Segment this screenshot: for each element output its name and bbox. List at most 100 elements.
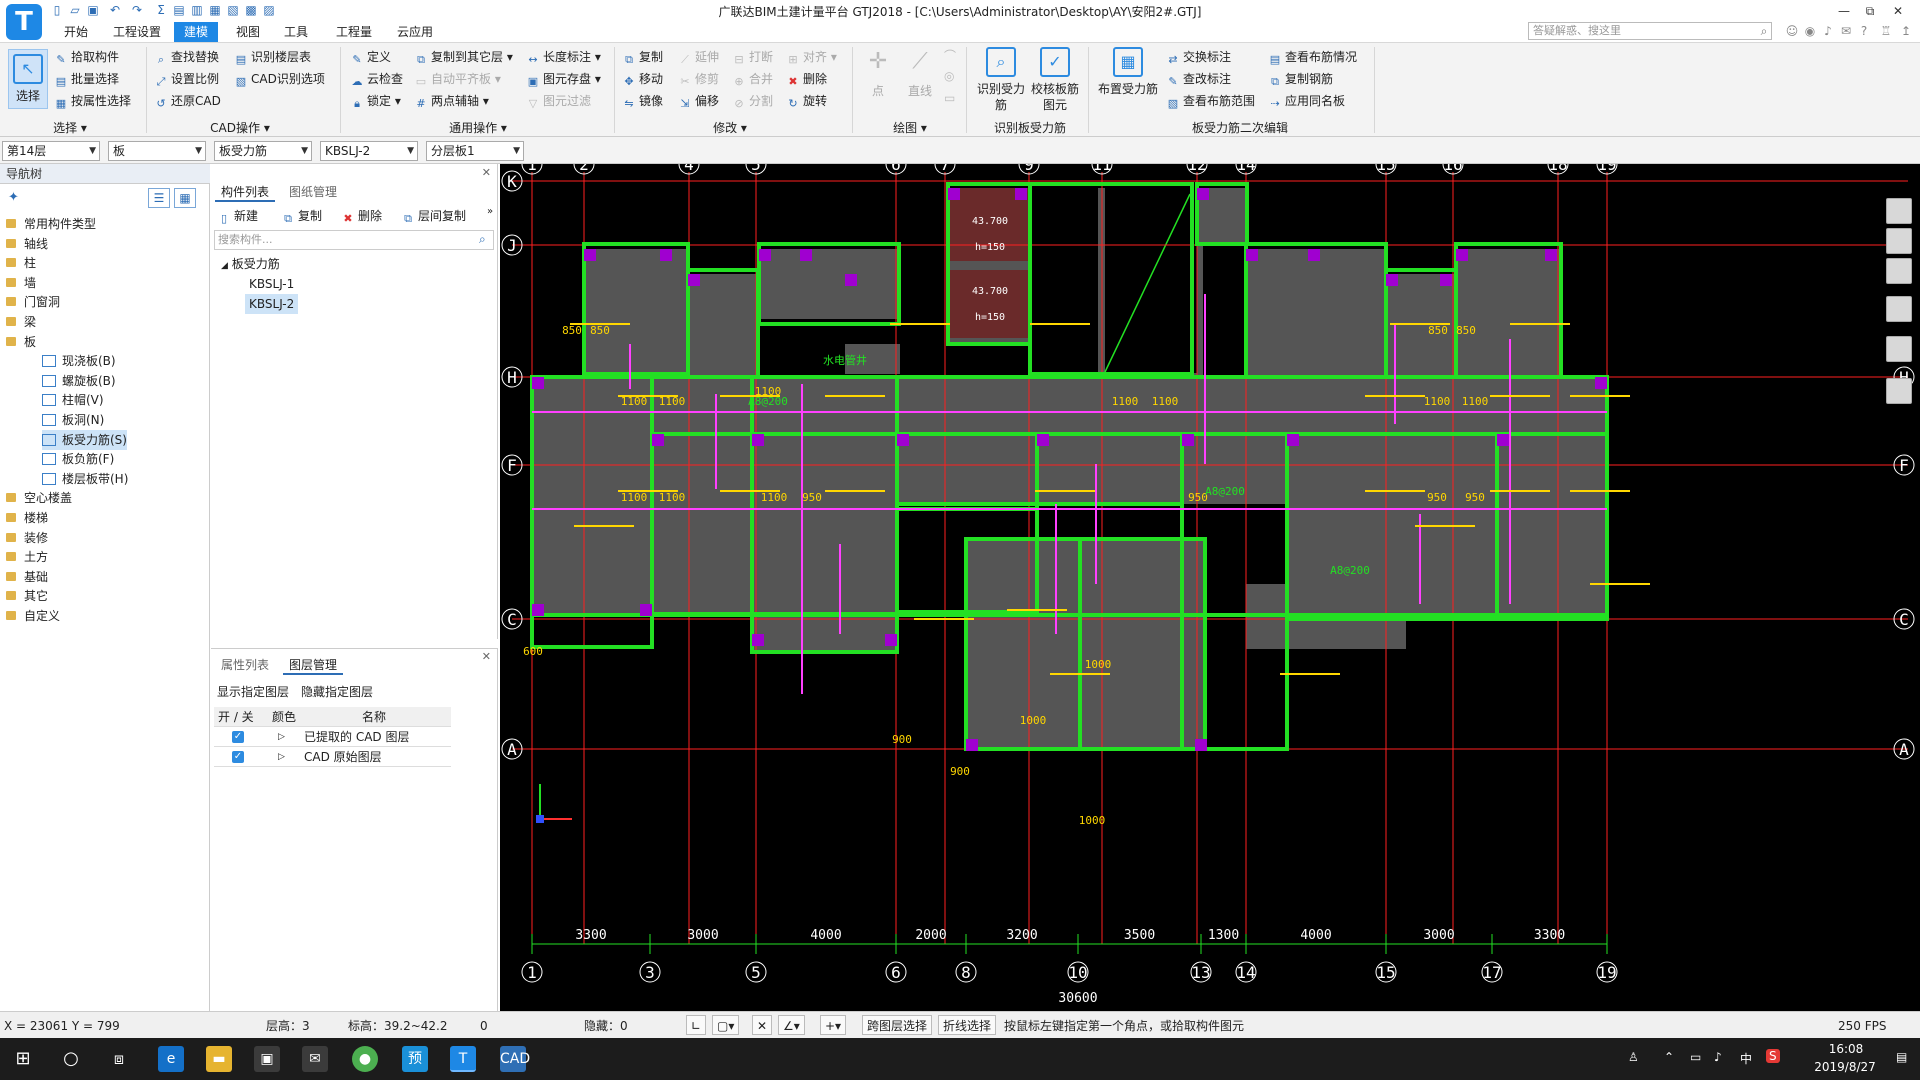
pin-icon[interactable]: ↥ [1898,22,1914,40]
new-file-icon[interactable]: ▯ [50,3,64,17]
element-filter-button[interactable]: ▽ 图元过滤 [526,91,591,111]
angle-icon[interactable]: ∠▾ [778,1015,805,1035]
arrange-rebar-button[interactable]: ▦ 布置受力筋 [1094,47,1162,97]
select-by-property-button[interactable]: ▦ 按属性选择 [54,91,131,111]
cad-options-button[interactable]: ▧ CAD识别选项 [234,69,325,89]
network-icon[interactable]: ▭ [1690,1050,1701,1064]
grid-view-icon[interactable]: ▦ [174,188,196,208]
swap-label-button[interactable]: ⇄ 交换标注 [1166,47,1231,67]
tab-modeling[interactable]: 建模 [174,22,218,42]
sogou-icon[interactable]: S [1766,1049,1780,1063]
define-button[interactable]: ✎ 定义 [350,47,391,67]
floor-copy-button[interactable]: ⧉ 层间复制 [401,206,466,226]
nav-item-17[interactable]: 土方 [6,547,48,567]
cad-app-icon[interactable]: CAD [500,1046,530,1072]
nav-item-16[interactable]: 装修 [6,528,48,548]
nav-item-19[interactable]: 其它 [6,586,48,606]
nav-item-0[interactable]: 常用构件类型 [6,214,96,234]
rect-icon[interactable]: ▭ [944,91,955,105]
nav-item-5[interactable]: 梁 [6,312,36,332]
glodon-app-icon[interactable]: ● [352,1046,378,1072]
search-icon[interactable]: ○ [58,1046,84,1072]
identify-rebar-button[interactable]: ⌕ 识别受力筋 [976,47,1026,113]
lock-button[interactable]: 🔒︎ 锁定 ▾ [350,91,401,111]
ortho-icon[interactable]: ∟ [686,1015,707,1035]
component-group[interactable]: ◢ 板受力筋 [221,254,280,274]
select-tool-button[interactable]: ↖ 选择 [8,49,48,109]
apply-same-slab-button[interactable]: ⇢ 应用同名板 [1268,91,1345,111]
box-view-icon[interactable] [1886,296,1912,322]
search-icon[interactable]: ⌕ [1756,22,1772,40]
tab-view[interactable]: 视图 [228,22,268,42]
grid-icon[interactable]: ▩ [244,3,258,17]
snap-icon[interactable]: ▢▾ [712,1015,740,1035]
draw-group-label[interactable]: 绘图 ▾ [880,119,940,136]
new-component-button[interactable]: ▯ 新建 [217,206,258,226]
nav-item-18[interactable]: 基础 [6,567,48,587]
mail-icon[interactable]: ✉ [302,1046,328,1072]
search-icon[interactable]: ⌕ [479,232,486,247]
task-view-icon[interactable]: ⧈ [106,1046,132,1072]
viewcube-icon[interactable] [1886,198,1912,224]
nav-item-1[interactable]: 轴线 [6,234,48,254]
nav-item-13[interactable]: 楼层板带(H) [42,469,128,489]
edit-label-button[interactable]: ✎ 查改标注 [1166,69,1231,89]
component-type-select[interactable]: 板受力筋 ▼ [214,141,312,161]
cad-group-label[interactable]: CAD操作 ▾ [200,119,280,136]
drawing-canvas[interactable]: 1 2 4 5 6 7 9 11 12 14 15 16 18 19 1 3 5 6 8 10 13 14 15 17 19 K J… [500,164,1920,1011]
clock-date[interactable]: 2019/8/27 [1800,1060,1890,1074]
view-rebar-layout-button[interactable]: ▤ 查看布筋情况 [1268,47,1357,67]
identify-floor-table-button[interactable]: ▤ 识别楼层表 [234,47,311,67]
nav-item-14[interactable]: 空心楼盖 [6,488,72,508]
sum-icon[interactable]: Σ [154,3,168,17]
category-select[interactable]: 板 ▼ [108,141,206,161]
mirror-button[interactable]: ⇋ 镜像 [622,91,663,111]
auto-align-slab-button[interactable]: ▭ 自动平齐板 ▾ [414,69,501,89]
redo-icon[interactable]: ↷ [130,3,144,17]
app-logo[interactable]: T [6,4,42,40]
nav-item-9[interactable]: 柱帽(V) [42,390,104,410]
floor-plan-drawing[interactable]: 1 2 4 5 6 7 9 11 12 14 15 16 18 191 3 5 6 8 10 13 14 15 17 19KJ… [500,164,1920,1011]
nav-item-11[interactable]: 板受力筋(S) [42,429,127,450]
layer-slab-select[interactable]: 分层板1 ▼ [426,141,524,161]
undo-icon[interactable]: ↶ [108,3,122,17]
offset-button[interactable]: ⇲ 偏移 [678,91,719,111]
volume-icon[interactable]: ♪ [1714,1050,1722,1064]
find-replace-button[interactable]: ⌕ 查找替换 [154,47,219,67]
checkbox-checked-icon[interactable]: ✓ [232,731,244,743]
copy-button[interactable]: ⧉ 复制 [622,47,663,67]
people-icon[interactable]: ♙ [1628,1050,1639,1064]
extend-button[interactable]: ⟋ 延伸 [678,47,719,67]
break-button[interactable]: ⊟ 打断 [732,47,773,67]
store-icon[interactable]: ▣ [254,1046,280,1072]
save-element-button[interactable]: ▣ 图元存盘 ▾ [526,69,601,89]
tab-cloud[interactable]: 云应用 [390,22,440,42]
nav-item-12[interactable]: 板负筋(F) [42,449,114,469]
more-icon[interactable]: » [487,206,493,217]
close-icon[interactable]: ✕ [482,166,491,179]
restore-cad-button[interactable]: ↺ 还原CAD [154,91,220,111]
view-icon[interactable]: ▧ [226,3,240,17]
list-view-icon[interactable]: ☰ [148,188,170,208]
close-button[interactable]: ✕ [1878,1,1918,21]
open-file-icon[interactable]: ▱ [68,3,82,17]
shirt-icon[interactable]: ♖ [1878,22,1894,40]
component-select[interactable]: KBSLJ-2 ▼ [320,141,418,161]
export-icon[interactable]: ▨ [262,3,276,17]
tab-start[interactable]: 开始 [56,22,96,42]
help-search-input[interactable]: 答疑解惑、搜这里 [1528,22,1772,40]
clock-time[interactable]: 16:08 [1806,1042,1886,1056]
component-item-kbslj-2[interactable]: KBSLJ-2 [245,294,299,314]
nav-item-3[interactable]: 墙 [6,273,36,293]
copy-to-other-floor-button[interactable]: ⧉ 复制到其它层 ▾ [414,47,513,67]
3d-view-icon[interactable] [1886,228,1912,254]
check-icon[interactable]: ▦ [208,3,222,17]
tab-tools[interactable]: 工具 [276,22,316,42]
batch-select-button[interactable]: ▤ 批量选择 [54,69,119,89]
verify-rebar-button[interactable]: ✓ 校核板筋图元 [1030,47,1080,113]
rotate-button[interactable]: ↻ 旋转 [786,91,827,111]
two-point-axis-button[interactable]: # 两点辅轴 ▾ [414,91,488,111]
draw-point-button[interactable]: ✛ 点 [860,49,896,99]
view-rebar-range-button[interactable]: ▧ 查看布筋范围 [1166,91,1255,111]
ime-indicator[interactable]: 中 [1740,1050,1752,1067]
